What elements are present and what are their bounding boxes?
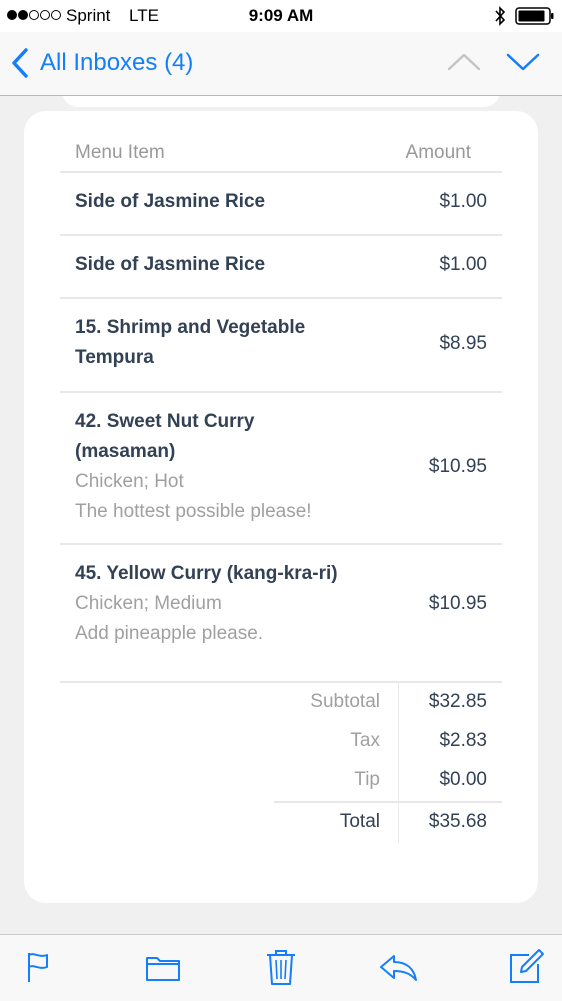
total-label: Total <box>339 811 380 832</box>
total-value: $35.68 <box>428 811 487 832</box>
order-card: Menu Item Amount Side of Jasmine Rice $1… <box>24 111 538 903</box>
order-item-name: 45. Yellow Curry (kang-kra-ri) <box>75 563 338 584</box>
order-item-details: Chicken; Medium Add pineapple please. <box>75 593 264 644</box>
chevron-up-icon[interactable] <box>446 49 482 75</box>
order-item-row: 42. Sweet Nut Curry (masaman) Chicken; H… <box>60 391 502 543</box>
status-bar: Sprint LTE 9:09 AM <box>0 0 562 32</box>
chevron-left-icon <box>12 48 28 78</box>
back-button[interactable]: All Inboxes (4) <box>10 46 193 80</box>
order-item-name: 15. Shrimp and Vegetable Tempura <box>75 317 306 368</box>
trash-icon <box>267 950 295 985</box>
subtotal-value: $32.85 <box>428 691 487 712</box>
order-item-name: Side of Jasmine Rice <box>75 254 266 275</box>
previous-card-edge <box>62 96 500 107</box>
bluetooth-icon <box>495 6 506 26</box>
navigation-bar: All Inboxes (4) <box>0 32 562 96</box>
tip-value: $0.00 <box>439 769 487 790</box>
flag-icon <box>28 953 48 982</box>
message-body[interactable]: Menu Item Amount Side of Jasmine Rice $1… <box>0 96 562 934</box>
status-time: 9:09 AM <box>248 6 314 25</box>
move-to-folder-button[interactable] <box>141 945 185 989</box>
order-item-amount: $10.95 <box>428 593 487 614</box>
order-item-amount: $8.95 <box>439 333 487 354</box>
reply-icon <box>380 955 417 981</box>
compose-icon <box>510 949 544 983</box>
order-table-header: Menu Item Amount <box>60 131 486 171</box>
folder-icon <box>146 957 180 981</box>
order-item-row: 15. Shrimp and Vegetable Tempura $8.95 <box>60 297 502 391</box>
order-item-amount: $1.00 <box>439 191 487 212</box>
back-button-label: All Inboxes (4) <box>40 49 194 76</box>
order-totals: Subtotal $32.85 Tax $2.83 Tip $0.00 Tota… <box>60 681 502 845</box>
totals-divider <box>398 683 399 843</box>
menu-item-column-header: Menu Item <box>75 142 165 163</box>
tip-label: Tip <box>354 769 380 790</box>
order-item-row: Side of Jasmine Rice $1.00 <box>60 234 502 296</box>
total-separator <box>274 801 502 803</box>
order-item-details: Chicken; Hot The hottest possible please… <box>75 471 312 522</box>
order-item-amount: $10.95 <box>428 456 487 477</box>
subtotal-label: Subtotal <box>310 691 380 712</box>
order-item-name: 42. Sweet Nut Curry (masaman) <box>75 411 255 462</box>
order-item-name: Side of Jasmine Rice <box>75 191 266 212</box>
amount-column-header: Amount <box>405 142 471 163</box>
delete-button[interactable] <box>259 945 303 989</box>
compose-button[interactable] <box>504 945 548 989</box>
order-item-row: Side of Jasmine Rice $1.00 <box>60 171 502 233</box>
tax-label: Tax <box>350 730 380 751</box>
order-item-amount: $1.00 <box>439 254 487 275</box>
flag-button[interactable] <box>16 945 60 989</box>
order-item-row: 45. Yellow Curry (kang-kra-ri) Chicken; … <box>60 543 502 681</box>
battery-icon <box>515 7 554 25</box>
mail-toolbar <box>0 934 562 1001</box>
tax-value: $2.83 <box>439 730 487 751</box>
reply-button[interactable] <box>376 945 420 989</box>
chevron-down-icon[interactable] <box>505 49 541 75</box>
